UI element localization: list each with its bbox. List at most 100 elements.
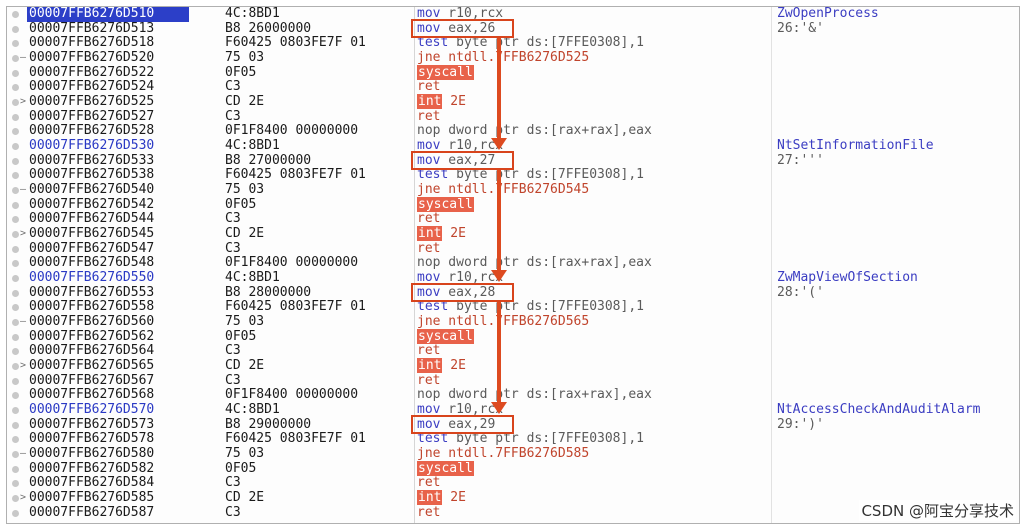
breakpoint-gutter[interactable]	[7, 198, 29, 213]
address-cell[interactable]: 00007FFB6276D510	[27, 7, 189, 22]
breakpoint-dot-icon[interactable]	[12, 304, 19, 312]
address-cell[interactable]: 00007FFB6276D580	[29, 446, 189, 462]
breakpoint-dot-icon[interactable]	[12, 84, 19, 92]
instruction-row[interactable]: 00007FFB6276D584 C3 ret	[7, 476, 1019, 491]
instruction-cell[interactable]: nop dword ptr ds:[rax+rax],eax	[417, 388, 652, 403]
address-cell[interactable]: 00007FFB6276D527	[29, 109, 189, 125]
address-cell[interactable]: 00007FFB6276D542	[29, 197, 189, 213]
breakpoint-dot-icon[interactable]	[12, 40, 19, 48]
address-cell[interactable]: 00007FFB6276D550	[29, 270, 189, 286]
instruction-row[interactable]: 00007FFB6276D568 0F1F8400 00000000 nop dwo…	[7, 388, 1019, 403]
instruction-row[interactable]: 00007FFB6276D548 0F1F8400 00000000 nop dwo…	[7, 256, 1019, 271]
breakpoint-gutter[interactable]	[7, 242, 29, 257]
instruction-row[interactable]: –00007FFB6276D540 75 03 jne ntdll.7FFB6276…	[7, 182, 1019, 198]
instruction-row[interactable]: –00007FFB6276D520 75 03 jne ntdll.7FFB6276…	[7, 50, 1019, 66]
breakpoint-gutter[interactable]: –	[7, 447, 29, 462]
breakpoint-gutter[interactable]	[7, 7, 29, 22]
instruction-row[interactable]: 00007FFB6276D544 C3 ret	[7, 212, 1019, 227]
address-cell[interactable]: 00007FFB6276D578	[29, 432, 189, 447]
breakpoint-gutter[interactable]	[7, 168, 29, 183]
address-cell[interactable]: 00007FFB6276D544	[29, 212, 189, 227]
instruction-cell[interactable]: jne ntdll.7FFB6276D565	[417, 314, 589, 330]
breakpoint-dot-icon[interactable]	[12, 113, 19, 121]
address-cell[interactable]: 00007FFB6276D518	[29, 36, 189, 51]
instruction-cell[interactable]: ret	[417, 344, 440, 359]
breakpoint-dot-icon[interactable]	[12, 69, 19, 77]
address-cell[interactable]: 00007FFB6276D585	[29, 490, 189, 506]
address-cell[interactable]: 00007FFB6276D553	[29, 285, 189, 301]
address-cell[interactable]: 00007FFB6276D513	[29, 21, 189, 37]
instruction-row[interactable]: –00007FFB6276D580 75 03 jne ntdll.7FFB6276…	[7, 446, 1019, 462]
instruction-row[interactable]: 00007FFB6276D522 0F05 syscall	[7, 64, 1019, 81]
breakpoint-dot-icon[interactable]	[12, 363, 19, 371]
instruction-cell[interactable]: ret	[417, 505, 440, 521]
breakpoint-dot-icon[interactable]	[12, 275, 19, 283]
instruction-cell[interactable]: int 2E	[417, 226, 466, 242]
breakpoint-dot-icon[interactable]	[12, 128, 19, 136]
instruction-row[interactable]: 00007FFB6276D547 C3 ret	[7, 241, 1019, 257]
breakpoint-gutter[interactable]	[7, 462, 29, 477]
breakpoint-dot-icon[interactable]	[12, 436, 19, 444]
breakpoint-dot-icon[interactable]	[12, 509, 19, 517]
breakpoint-gutter[interactable]	[7, 22, 29, 37]
instruction-cell[interactable]: ret	[417, 109, 440, 125]
address-cell[interactable]: 00007FFB6276D573	[29, 417, 189, 433]
breakpoint-dot-icon[interactable]	[12, 11, 19, 18]
address-cell[interactable]: 00007FFB6276D567	[29, 373, 189, 389]
address-cell[interactable]: 00007FFB6276D530	[29, 138, 189, 154]
breakpoint-dot-icon[interactable]	[12, 392, 19, 400]
address-cell[interactable]: 00007FFB6276D540	[29, 182, 189, 198]
breakpoint-dot-icon[interactable]	[12, 421, 19, 429]
breakpoint-gutter[interactable]: –	[7, 315, 29, 330]
breakpoint-gutter[interactable]	[7, 271, 29, 286]
breakpoint-gutter[interactable]: –	[7, 183, 29, 198]
breakpoint-gutter[interactable]	[7, 506, 29, 521]
address-cell[interactable]: 00007FFB6276D545	[29, 226, 189, 242]
instruction-cell[interactable]: int 2E	[417, 490, 466, 506]
breakpoint-dot-icon[interactable]	[12, 480, 19, 488]
address-cell[interactable]: 00007FFB6276D528	[29, 124, 189, 139]
breakpoint-dot-icon[interactable]	[12, 143, 19, 151]
instruction-row[interactable]: 00007FFB6276D538 F60425 0803FE7F 01 test b…	[7, 168, 1019, 183]
breakpoint-gutter[interactable]: >	[7, 359, 29, 374]
instruction-cell[interactable]: syscall	[417, 460, 474, 477]
breakpoint-dot-icon[interactable]	[12, 348, 19, 356]
instruction-row[interactable]: –00007FFB6276D560 75 03 jne ntdll.7FFB6276…	[7, 314, 1019, 330]
breakpoint-dot-icon[interactable]	[12, 377, 19, 385]
breakpoint-gutter[interactable]	[7, 80, 29, 95]
instruction-cell[interactable]: nop dword ptr ds:[rax+rax],eax	[417, 256, 652, 271]
disassembly-view[interactable]: 00007FFB6276D510 4C:8BD1 mov r10,rcx ZwOpen…	[6, 6, 1020, 524]
breakpoint-gutter[interactable]	[7, 124, 29, 139]
breakpoint-dot-icon[interactable]	[12, 289, 19, 297]
instruction-cell[interactable]: test byte ptr ds:[7FFE0308],1	[417, 300, 644, 315]
instruction-row[interactable]: >00007FFB6276D525 CD 2E int 2E	[7, 94, 1019, 110]
breakpoint-dot-icon[interactable]	[12, 99, 19, 107]
breakpoint-gutter[interactable]	[7, 330, 29, 345]
breakpoint-dot-icon[interactable]	[12, 187, 19, 195]
address-cell[interactable]: 00007FFB6276D558	[29, 300, 189, 315]
instruction-cell[interactable]: int 2E	[417, 94, 466, 110]
address-cell[interactable]: 00007FFB6276D560	[29, 314, 189, 330]
instruction-cell[interactable]: test byte ptr ds:[7FFE0308],1	[417, 35, 644, 51]
address-cell[interactable]: 00007FFB6276D570	[29, 402, 189, 418]
breakpoint-gutter[interactable]	[7, 154, 29, 169]
instruction-row[interactable]: 00007FFB6276D562 0F05 syscall	[7, 328, 1019, 345]
breakpoint-dot-icon[interactable]	[12, 231, 19, 239]
breakpoint-gutter[interactable]	[7, 344, 29, 359]
breakpoint-dot-icon[interactable]	[12, 172, 19, 180]
breakpoint-gutter[interactable]	[7, 286, 29, 301]
address-cell[interactable]: 00007FFB6276D525	[29, 94, 189, 110]
instruction-cell[interactable]: syscall	[417, 64, 474, 81]
breakpoint-dot-icon[interactable]	[12, 201, 19, 209]
breakpoint-dot-icon[interactable]	[12, 319, 19, 327]
breakpoint-dot-icon[interactable]	[12, 407, 19, 415]
breakpoint-gutter[interactable]	[7, 476, 29, 491]
breakpoint-dot-icon[interactable]	[12, 451, 19, 459]
instruction-row[interactable]: 00007FFB6276D542 0F05 syscall	[7, 196, 1019, 213]
instruction-row[interactable]: 00007FFB6276D564 C3 ret	[7, 344, 1019, 359]
instruction-cell[interactable]: nop dword ptr ds:[rax+rax],eax	[417, 124, 652, 139]
address-cell[interactable]: 00007FFB6276D522	[29, 65, 189, 81]
breakpoint-gutter[interactable]	[7, 36, 29, 51]
instruction-row[interactable]: >00007FFB6276D565 CD 2E int 2E	[7, 358, 1019, 374]
breakpoint-gutter[interactable]: >	[7, 95, 29, 110]
